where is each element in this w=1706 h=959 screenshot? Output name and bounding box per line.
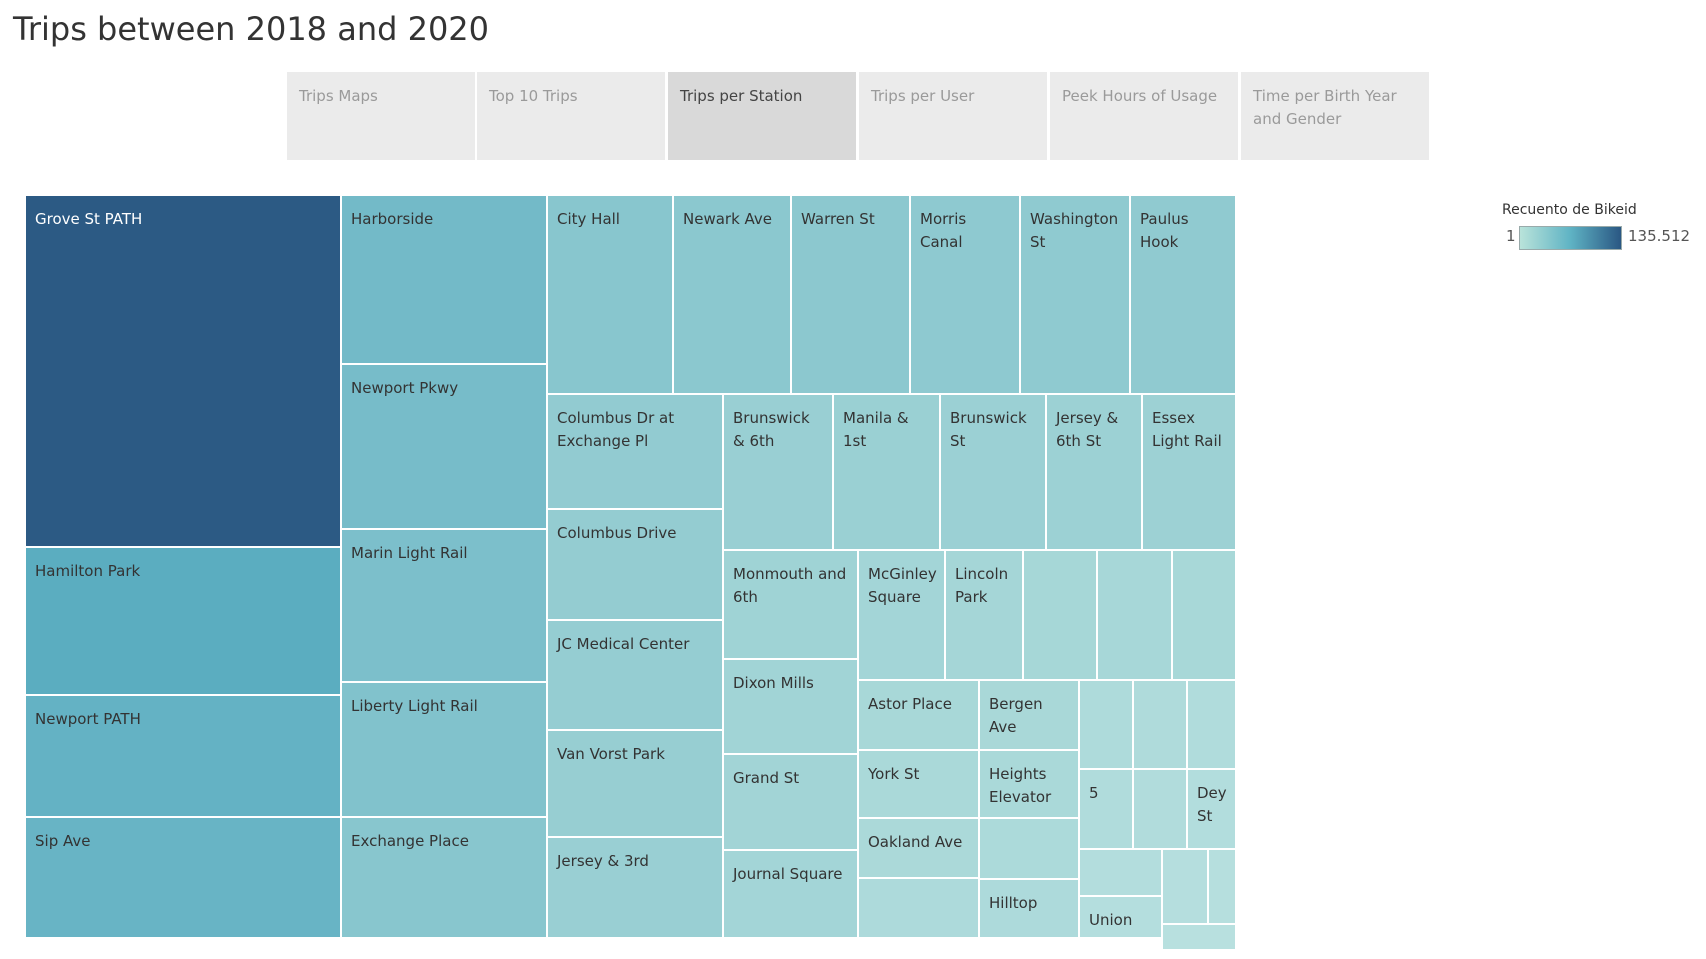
treemap-cell[interactable]: Monmouth and 6th bbox=[723, 550, 858, 659]
treemap-cell[interactable]: Newport Pkwy bbox=[341, 364, 547, 529]
treemap-cell[interactable]: Grove St PATH bbox=[25, 195, 341, 547]
tab-top-10-trips[interactable]: Top 10 Trips bbox=[477, 72, 665, 160]
treemap-cell[interactable]: Columbus Dr at Exchange Pl bbox=[547, 394, 723, 509]
treemap-cell[interactable]: Newport PATH bbox=[25, 695, 341, 817]
tab-trips-per-station[interactable]: Trips per Station bbox=[668, 72, 856, 160]
treemap-cell[interactable]: Paulus Hook bbox=[1130, 195, 1236, 394]
treemap-cell[interactable]: Journal Square bbox=[723, 850, 858, 938]
treemap-cell[interactable]: Van Vorst Park bbox=[547, 730, 723, 837]
treemap-cell[interactable] bbox=[1208, 849, 1236, 924]
treemap-cell[interactable] bbox=[1023, 550, 1097, 680]
treemap-cell[interactable] bbox=[1097, 550, 1172, 680]
tab-peek-hours-of-usage[interactable]: Peek Hours of Usage bbox=[1050, 72, 1238, 160]
page-title: Trips between 2018 and 2020 bbox=[13, 10, 490, 48]
treemap-cell[interactable]: Astor Place bbox=[858, 680, 979, 750]
treemap-cell[interactable] bbox=[979, 818, 1079, 879]
legend-min-value: 1 bbox=[1506, 227, 1516, 245]
legend-title: Recuento de Bikeid bbox=[1502, 202, 1637, 218]
treemap-cell[interactable] bbox=[1133, 769, 1187, 849]
treemap-cell[interactable]: Brunswick St bbox=[940, 394, 1046, 550]
treemap-cell[interactable] bbox=[1079, 680, 1133, 769]
treemap-cell[interactable]: Union St bbox=[1079, 896, 1162, 938]
treemap-cell[interactable]: Hamilton Park bbox=[25, 547, 341, 695]
treemap-cell[interactable]: York St bbox=[858, 750, 979, 818]
treemap-cell[interactable] bbox=[858, 878, 979, 938]
treemap-cell[interactable]: City Hall bbox=[547, 195, 673, 394]
treemap-cell[interactable]: Marin Light Rail bbox=[341, 529, 547, 682]
treemap-cell[interactable]: Exchange Place bbox=[341, 817, 547, 938]
treemap-cell[interactable]: Lincoln Park bbox=[945, 550, 1023, 680]
treemap-cell[interactable]: Dey St bbox=[1187, 769, 1236, 849]
treemap-cell[interactable]: Harborside bbox=[341, 195, 547, 364]
tab-trips-maps[interactable]: Trips Maps bbox=[287, 72, 475, 160]
treemap-cell[interactable]: Morris Canal bbox=[910, 195, 1020, 394]
treemap-cell[interactable]: Washington St bbox=[1020, 195, 1130, 394]
treemap-cell[interactable]: Jersey & 3rd bbox=[547, 837, 723, 938]
treemap-cell[interactable]: Essex Light Rail bbox=[1142, 394, 1236, 550]
treemap-cell[interactable]: Heights Elevator bbox=[979, 750, 1079, 818]
tab-trips-per-user[interactable]: Trips per User bbox=[859, 72, 1047, 160]
treemap-cell[interactable]: Manila & 1st bbox=[833, 394, 940, 550]
treemap-cell[interactable]: Liberty Light Rail bbox=[341, 682, 547, 817]
treemap-cell[interactable]: Warren St bbox=[791, 195, 910, 394]
station-treemap: Grove St PATH Hamilton Park Newport PATH… bbox=[25, 195, 1236, 950]
color-legend: Recuento de Bikeid 1 135.512 bbox=[1502, 202, 1702, 250]
treemap-cell[interactable] bbox=[1133, 680, 1187, 769]
treemap-cell[interactable]: Hilltop bbox=[979, 879, 1079, 938]
treemap-cell[interactable]: Sip Ave bbox=[25, 817, 341, 938]
treemap-cell[interactable]: Brunswick & 6th bbox=[723, 394, 833, 550]
treemap-cell[interactable]: Bergen Ave bbox=[979, 680, 1079, 750]
treemap-cell[interactable]: McGinley Square bbox=[858, 550, 945, 680]
treemap-cell[interactable]: Jersey & 6th St bbox=[1046, 394, 1142, 550]
treemap-cell[interactable] bbox=[1079, 849, 1162, 896]
treemap-cell[interactable]: Grand St bbox=[723, 754, 858, 850]
treemap-cell[interactable] bbox=[1162, 849, 1208, 924]
treemap-cell[interactable]: Dixon Mills bbox=[723, 659, 858, 754]
treemap-cell[interactable] bbox=[1162, 924, 1236, 950]
legend-gradient-bar bbox=[1519, 226, 1622, 250]
treemap-cell[interactable]: JC Medical Center bbox=[547, 620, 723, 730]
tab-time-per-birth-year-and-gender[interactable]: Time per Birth Year and Gender bbox=[1241, 72, 1429, 160]
treemap-cell[interactable]: Oakland Ave bbox=[858, 818, 979, 878]
treemap-cell[interactable]: Columbus Drive bbox=[547, 509, 723, 620]
treemap-cell[interactable]: 5 bbox=[1079, 769, 1133, 849]
treemap-cell[interactable] bbox=[1172, 550, 1236, 680]
treemap-cell[interactable] bbox=[1187, 680, 1236, 769]
legend-max-value: 135.512 bbox=[1628, 227, 1691, 245]
treemap-cell[interactable]: Newark Ave bbox=[673, 195, 791, 394]
